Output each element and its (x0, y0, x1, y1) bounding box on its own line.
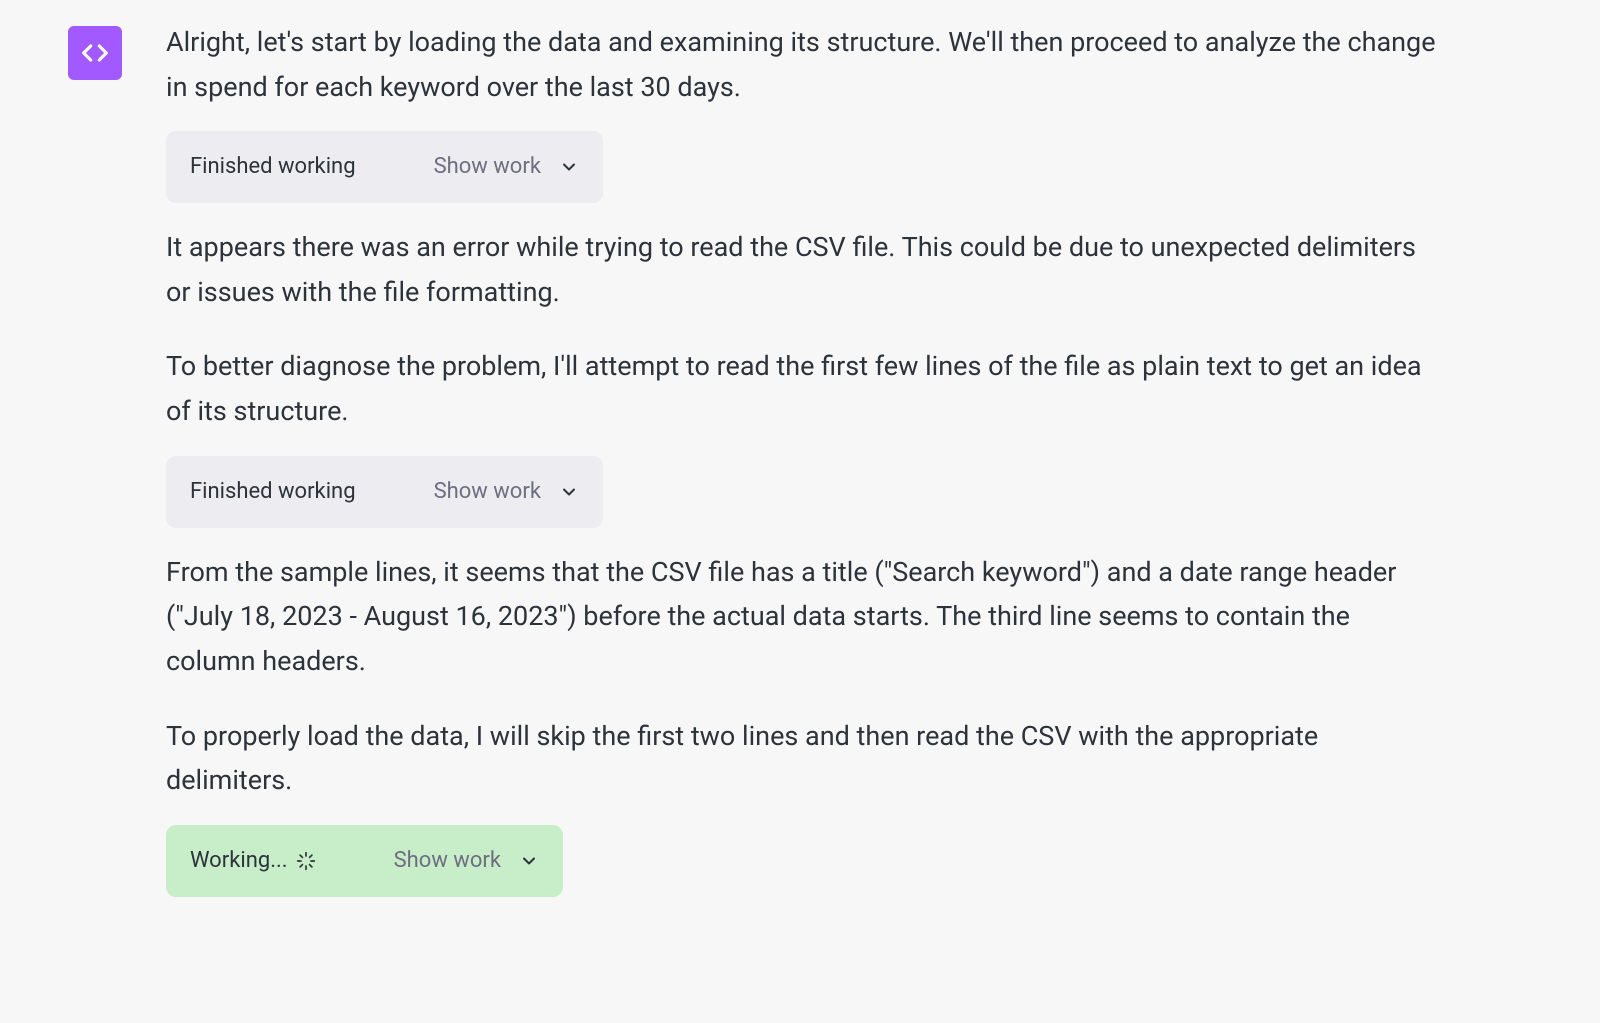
show-work-label: Show work (434, 149, 541, 185)
message-paragraph: To better diagnose the problem, I'll att… (166, 344, 1440, 433)
loading-spinner-icon (296, 851, 316, 871)
status-label-text: Working... (190, 843, 288, 879)
message-paragraph: To properly load the data, I will skip t… (166, 714, 1440, 803)
code-status-block[interactable]: Finished working Show work (166, 131, 603, 203)
chevron-down-icon (519, 851, 539, 871)
chat-message: Alright, let's start by loading the data… (0, 20, 1600, 919)
code-status-block[interactable]: Finished working Show work (166, 456, 603, 528)
show-work-toggle[interactable]: Show work (394, 843, 539, 879)
message-paragraph: Alright, let's start by loading the data… (166, 20, 1440, 109)
code-status-block[interactable]: Working... (166, 825, 563, 897)
message-content: Alright, let's start by loading the data… (166, 20, 1440, 919)
chevron-down-icon (559, 482, 579, 502)
status-label: Finished working (190, 474, 356, 510)
message-paragraph: From the sample lines, it seems that the… (166, 550, 1440, 684)
show-work-label: Show work (394, 843, 501, 879)
message-paragraph: It appears there was an error while tryi… (166, 225, 1440, 314)
assistant-avatar (68, 26, 122, 80)
chevron-down-icon (559, 157, 579, 177)
code-icon (78, 36, 112, 70)
status-label: Working... (190, 843, 316, 879)
show-work-toggle[interactable]: Show work (434, 149, 579, 185)
show-work-label: Show work (434, 474, 541, 510)
show-work-toggle[interactable]: Show work (434, 474, 579, 510)
status-label: Finished working (190, 149, 356, 185)
